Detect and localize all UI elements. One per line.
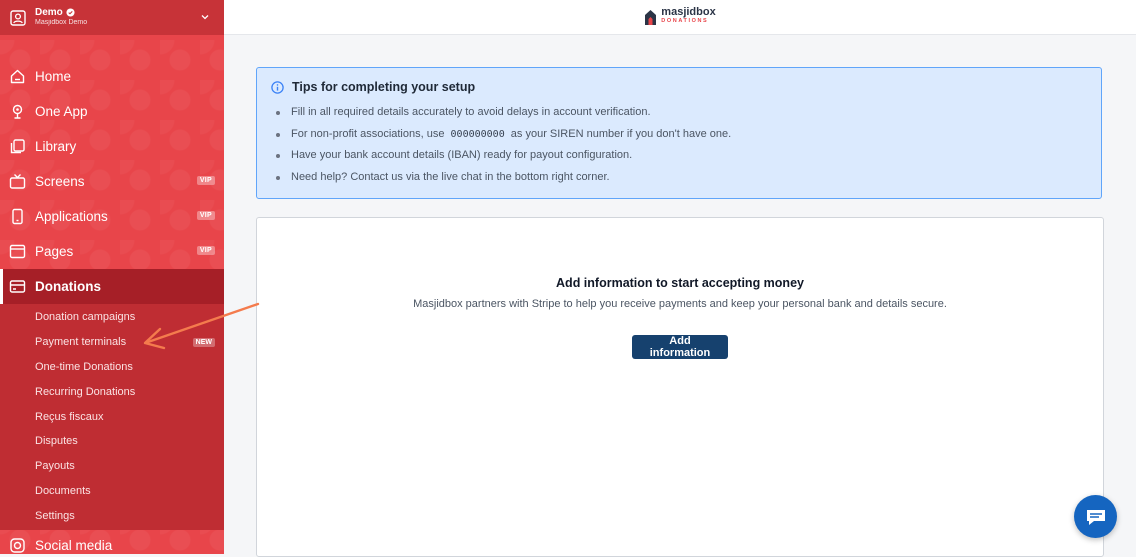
logo-tag: DONATIONS (661, 18, 709, 24)
account-name: Demo (35, 6, 63, 18)
vip-badge: VIP (196, 211, 215, 220)
card-description: Masjidbox partners with Stripe to help y… (413, 298, 947, 310)
sub-item-label: Disputes (35, 435, 78, 448)
siren-code: 000000000 (447, 128, 508, 140)
nav-item-label: Screens (35, 174, 85, 189)
sub-item-one-time-donations[interactable]: One-time Donations (0, 355, 224, 380)
sub-item-label: Settings (35, 509, 75, 522)
masjidbox-logo[interactable]: masjidbox DONATIONS (644, 6, 716, 26)
nav-item-library[interactable]: Library (0, 129, 224, 164)
sub-item-label: Payouts (35, 460, 75, 473)
phone-icon (9, 208, 26, 225)
sub-item-disputes[interactable]: Disputes (0, 429, 224, 454)
instagram-icon (9, 537, 26, 554)
sub-item-settings[interactable]: Settings (0, 503, 224, 528)
sub-item-label: Reçus fiscaux (35, 410, 104, 423)
user-icon (10, 9, 26, 26)
tip-text: For non-profit associations, use (291, 127, 445, 140)
logo-brand: masjidbox (661, 6, 716, 18)
card-icon (9, 278, 26, 295)
chevron-down-icon (201, 15, 209, 20)
tips-list: Fill in all required details accurately … (271, 102, 1101, 188)
mosque-logo-icon (645, 10, 657, 25)
sidebar: Demo Masjidbox Demo Home One App Library… (0, 0, 224, 554)
sub-item-recurring-donations[interactable]: Recurring Donations (0, 379, 224, 404)
nav-item-one-app[interactable]: One App (0, 94, 224, 129)
sub-item-label: Recurring Donations (35, 385, 136, 398)
top-bar: masjidbox DONATIONS (224, 0, 1136, 35)
app-icon (9, 103, 26, 120)
nav-item-label: Social media (35, 537, 113, 553)
library-icon (9, 138, 26, 155)
nav-item-pages[interactable]: Pages VIP (0, 234, 224, 269)
browser-icon (9, 243, 26, 260)
nav-item-applications[interactable]: Applications VIP (0, 199, 224, 234)
nav-item-label: Applications (35, 209, 108, 224)
tv-icon (9, 173, 26, 190)
live-chat-button[interactable] (1074, 495, 1117, 538)
stripe-onboarding-card: Add information to start accepting money… (256, 217, 1104, 557)
sub-item-label: Documents (35, 484, 91, 497)
add-information-button[interactable]: Add information (632, 335, 728, 359)
card-title: Add information to start accepting money (556, 276, 804, 290)
nav-item-label: Donations (35, 279, 101, 294)
vip-badge: VIP (196, 176, 215, 185)
tip-item: Fill in all required details accurately … (276, 102, 1101, 124)
sub-item-label: Donation campaigns (35, 311, 136, 324)
verified-icon (66, 8, 75, 17)
sub-item-recus-fiscaux[interactable]: Reçus fiscaux (0, 404, 224, 429)
nav-item-label: Library (35, 139, 77, 154)
sub-item-payouts[interactable]: Payouts (0, 454, 224, 479)
setup-tips: Tips for completing your setup Fill in a… (256, 67, 1102, 199)
nav-item-social-media[interactable]: Social media (0, 530, 224, 554)
nav-item-home[interactable]: Home (0, 59, 224, 94)
account-switcher[interactable]: Demo Masjidbox Demo (0, 0, 224, 35)
tip-item: Have your bank account details (IBAN) re… (276, 145, 1101, 167)
tips-header: Tips for completing your setup (271, 80, 1101, 94)
sub-item-label: Payment terminals (35, 336, 127, 349)
nav-item-label: One App (35, 104, 88, 119)
account-name-row: Demo (35, 6, 87, 18)
chat-icon (1086, 509, 1105, 525)
nav-item-label: Home (35, 69, 72, 84)
annotation-arrow (143, 302, 260, 350)
sub-item-label: One-time Donations (35, 360, 133, 373)
nav-item-label: Pages (35, 244, 74, 259)
tips-title: Tips for completing your setup (292, 80, 476, 94)
home-icon (9, 68, 26, 85)
vip-badge: VIP (196, 246, 215, 255)
tip-item-siren: For non-profit associations, use 0000000… (276, 124, 1101, 146)
tip-item: Need help? Contact us via the live chat … (276, 167, 1101, 189)
info-icon (271, 80, 284, 94)
sub-item-documents[interactable]: Documents (0, 479, 224, 504)
tip-text: as your SIREN number if you don't have o… (510, 127, 732, 140)
nav-item-screens[interactable]: Screens VIP (0, 164, 224, 199)
account-subtitle: Masjidbox Demo (35, 18, 88, 26)
